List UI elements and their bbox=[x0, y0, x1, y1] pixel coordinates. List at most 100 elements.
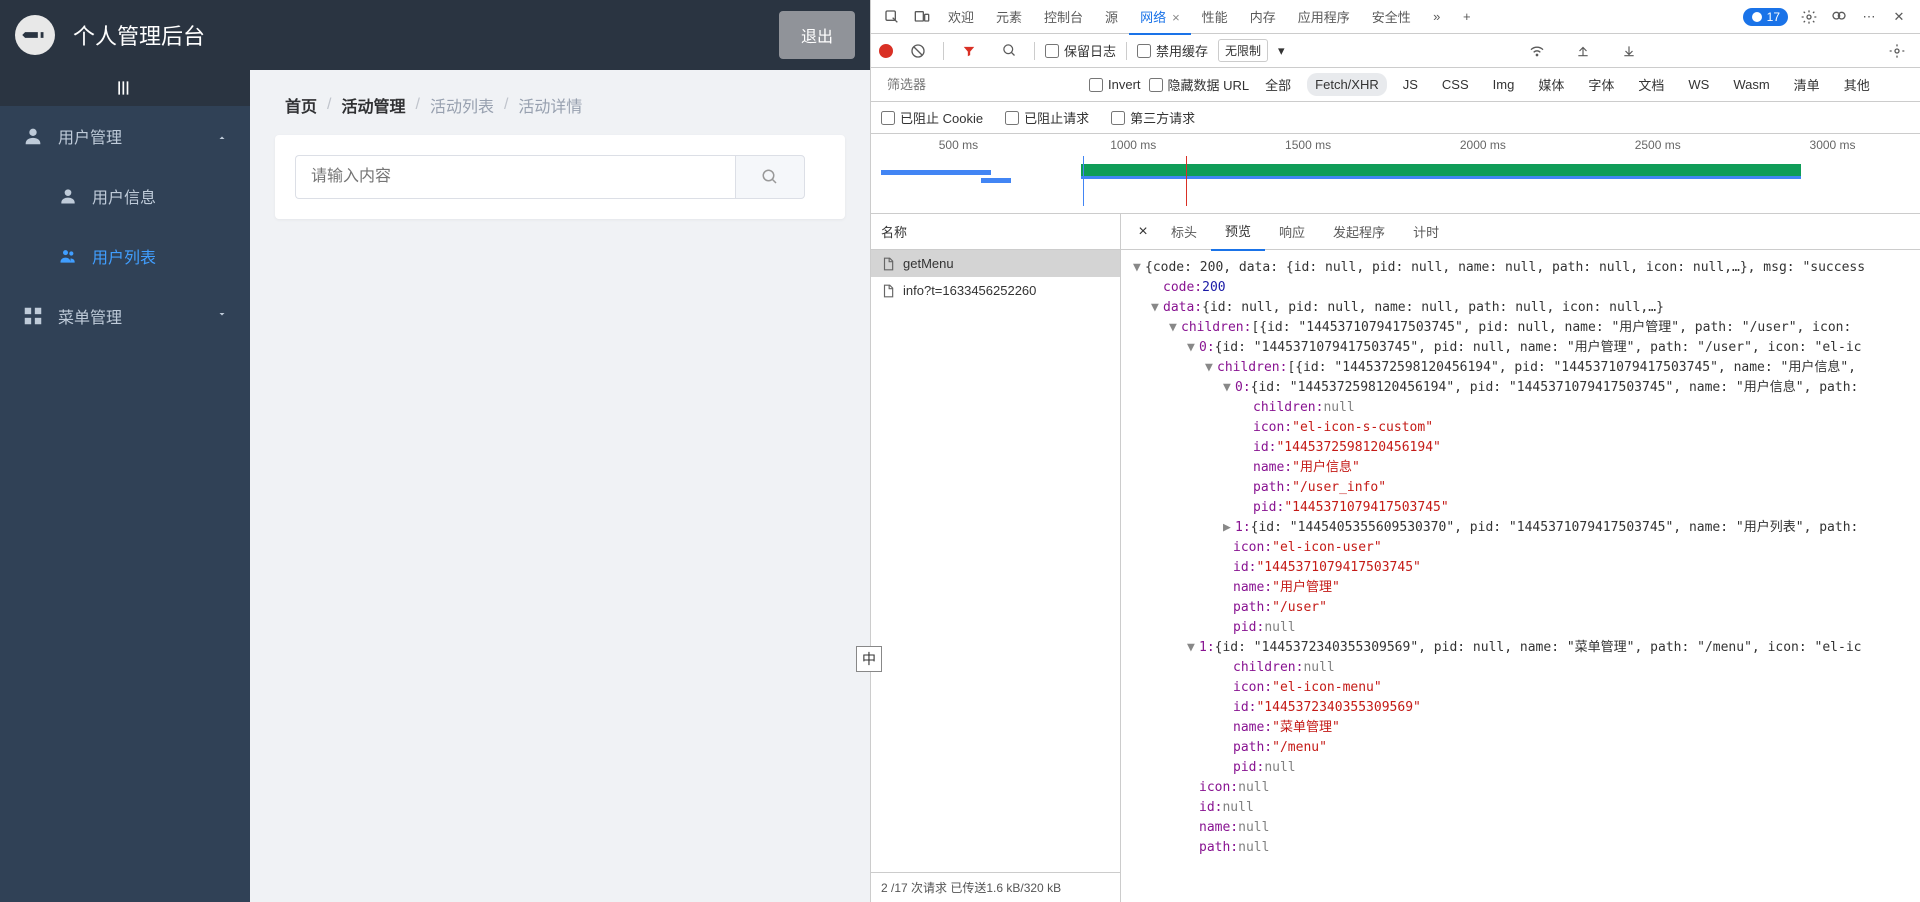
user-icon bbox=[22, 125, 44, 147]
hide-data-url-checkbox[interactable]: 隐藏数据 URL bbox=[1149, 75, 1250, 94]
filter-wasm[interactable]: Wasm bbox=[1725, 73, 1777, 96]
grid-icon bbox=[22, 305, 44, 327]
request-item-getmenu[interactable]: getMenu bbox=[871, 250, 1120, 277]
close-icon[interactable]: × bbox=[1172, 10, 1180, 25]
request-list: 名称 getMenu info?t=1633456252260 2 /17 次请… bbox=[871, 214, 1121, 902]
sidebar: 用户管理 用户信息 用户列表 菜单管理 bbox=[0, 70, 250, 902]
feedback-icon[interactable] bbox=[1824, 2, 1854, 32]
filter-toggle-icon[interactable] bbox=[954, 36, 984, 66]
tab-network[interactable]: 网络× bbox=[1129, 0, 1191, 34]
filter-manifest[interactable]: 清单 bbox=[1786, 71, 1828, 98]
sidebar-item-label: 用户列表 bbox=[92, 244, 156, 268]
tab-application[interactable]: 应用程序 bbox=[1287, 0, 1361, 34]
upload-icon[interactable] bbox=[1568, 36, 1598, 66]
file-icon bbox=[881, 284, 895, 298]
tab-headers[interactable]: 标头 bbox=[1157, 213, 1211, 250]
chevron-down-icon bbox=[216, 307, 228, 325]
tab-memory[interactable]: 内存 bbox=[1239, 0, 1287, 34]
admin-header: 个人管理后台 退出 bbox=[0, 0, 870, 70]
sidebar-item-user-list[interactable]: 用户列表 bbox=[0, 226, 250, 286]
app-logo bbox=[7, 7, 64, 64]
add-tab-icon[interactable]: + bbox=[1452, 2, 1482, 32]
close-devtools-icon[interactable]: ✕ bbox=[1884, 2, 1914, 32]
breadcrumb-home[interactable]: 首页 bbox=[275, 93, 327, 117]
tab-welcome[interactable]: 欢迎 bbox=[937, 0, 985, 34]
request-list-header[interactable]: 名称 bbox=[871, 214, 1120, 250]
users-icon bbox=[58, 246, 78, 266]
throttle-dropdown-icon[interactable]: ▾ bbox=[1278, 43, 1285, 59]
filter-img[interactable]: Img bbox=[1485, 73, 1523, 96]
device-icon[interactable] bbox=[907, 2, 937, 32]
block-request-checkbox[interactable]: 已阻止请求 bbox=[1005, 108, 1089, 127]
search-input[interactable] bbox=[295, 155, 735, 199]
preview-json[interactable]: ▼{code: 200, data: {id: null, pid: null,… bbox=[1121, 250, 1920, 902]
filter-all[interactable]: 全部 bbox=[1257, 71, 1299, 98]
filter-fetch-xhr[interactable]: Fetch/XHR bbox=[1307, 73, 1387, 96]
sidebar-item-user-mgmt[interactable]: 用户管理 bbox=[0, 106, 250, 166]
request-detail: × 标头 预览 响应 发起程序 计时 ▼{code: 200, data: {i… bbox=[1121, 214, 1920, 902]
app-title: 个人管理后台 bbox=[73, 19, 205, 51]
network-blockbar: 已阻止 Cookie 已阻止请求 第三方请求 bbox=[871, 102, 1920, 134]
inspect-icon[interactable] bbox=[877, 2, 907, 32]
clear-button[interactable] bbox=[903, 36, 933, 66]
filter-doc[interactable]: 文档 bbox=[1630, 71, 1672, 98]
disable-cache-checkbox[interactable]: 禁用缓存 bbox=[1137, 41, 1208, 60]
third-party-checkbox[interactable]: 第三方请求 bbox=[1111, 108, 1195, 127]
more-tabs-icon[interactable]: » bbox=[1422, 2, 1452, 32]
breadcrumb-activity-list[interactable]: 活动列表 bbox=[420, 93, 504, 117]
filter-media[interactable]: 媒体 bbox=[1530, 71, 1572, 98]
settings-icon[interactable] bbox=[1794, 2, 1824, 32]
search-icon[interactable] bbox=[994, 36, 1024, 66]
block-cookie-checkbox[interactable]: 已阻止 Cookie bbox=[881, 108, 983, 127]
breadcrumb-activity-mgmt[interactable]: 活动管理 bbox=[331, 93, 415, 117]
tab-initiator[interactable]: 发起程序 bbox=[1319, 213, 1399, 250]
filter-js[interactable]: JS bbox=[1395, 73, 1426, 96]
request-status-bar: 2 /17 次请求 已传送1.6 kB/320 kB bbox=[871, 872, 1120, 902]
chevron-up-icon bbox=[216, 127, 228, 145]
tab-preview[interactable]: 预览 bbox=[1211, 212, 1265, 251]
tab-console[interactable]: 控制台 bbox=[1033, 0, 1094, 34]
tab-security[interactable]: 安全性 bbox=[1361, 0, 1422, 34]
issues-badge[interactable]: 17 bbox=[1743, 8, 1788, 26]
sidebar-item-label: 用户管理 bbox=[58, 124, 122, 148]
sidebar-item-menu-mgmt[interactable]: 菜单管理 bbox=[0, 286, 250, 346]
tab-timing[interactable]: 计时 bbox=[1399, 213, 1453, 250]
preserve-log-checkbox[interactable]: 保留日志 bbox=[1045, 41, 1116, 60]
sidebar-toggle[interactable] bbox=[0, 70, 250, 106]
logout-button[interactable]: 退出 bbox=[779, 11, 855, 59]
more-icon[interactable]: ⋯ bbox=[1854, 2, 1884, 32]
search-icon bbox=[761, 168, 779, 186]
devtools-tabbar: 欢迎 元素 控制台 源 网络× 性能 内存 应用程序 安全性 » + 17 ⋯ … bbox=[871, 0, 1920, 34]
filter-input[interactable] bbox=[881, 73, 1081, 96]
invert-checkbox[interactable]: Invert bbox=[1089, 77, 1141, 92]
filter-ws[interactable]: WS bbox=[1680, 73, 1717, 96]
sidebar-item-label: 菜单管理 bbox=[58, 304, 122, 328]
sidebar-item-user-info[interactable]: 用户信息 bbox=[0, 166, 250, 226]
tab-elements[interactable]: 元素 bbox=[985, 0, 1033, 34]
network-filterbar: Invert 隐藏数据 URL 全部 Fetch/XHR JS CSS Img … bbox=[871, 68, 1920, 102]
panel-settings-icon[interactable] bbox=[1882, 36, 1912, 66]
filter-font[interactable]: 字体 bbox=[1580, 71, 1622, 98]
file-icon bbox=[881, 257, 895, 271]
network-toolbar: 保留日志 禁用缓存 无限制 ▾ bbox=[871, 34, 1920, 68]
pen-icon bbox=[18, 18, 52, 52]
record-button[interactable] bbox=[879, 44, 893, 58]
wifi-icon[interactable] bbox=[1522, 36, 1552, 66]
tab-sources[interactable]: 源 bbox=[1094, 0, 1129, 34]
close-detail-icon[interactable]: × bbox=[1129, 223, 1157, 241]
search-card bbox=[275, 135, 845, 219]
filter-css[interactable]: CSS bbox=[1434, 73, 1477, 96]
download-icon[interactable] bbox=[1614, 36, 1644, 66]
ime-indicator[interactable]: 中 bbox=[856, 646, 882, 672]
tab-performance[interactable]: 性能 bbox=[1191, 0, 1239, 34]
search-button[interactable] bbox=[735, 155, 805, 199]
user-solid-icon bbox=[58, 186, 78, 206]
throttle-select[interactable]: 无限制 bbox=[1218, 39, 1268, 62]
tab-response[interactable]: 响应 bbox=[1265, 213, 1319, 250]
sidebar-item-label: 用户信息 bbox=[92, 184, 156, 208]
filter-other[interactable]: 其他 bbox=[1836, 71, 1878, 98]
network-timeline[interactable]: 500 ms 1000 ms 1500 ms 2000 ms 2500 ms 3… bbox=[871, 134, 1920, 214]
content-area: 首页 / 活动管理 / 活动列表 / 活动详情 bbox=[250, 70, 870, 902]
request-item-info[interactable]: info?t=1633456252260 bbox=[871, 277, 1120, 304]
breadcrumb-activity-detail: 活动详情 bbox=[508, 93, 592, 117]
